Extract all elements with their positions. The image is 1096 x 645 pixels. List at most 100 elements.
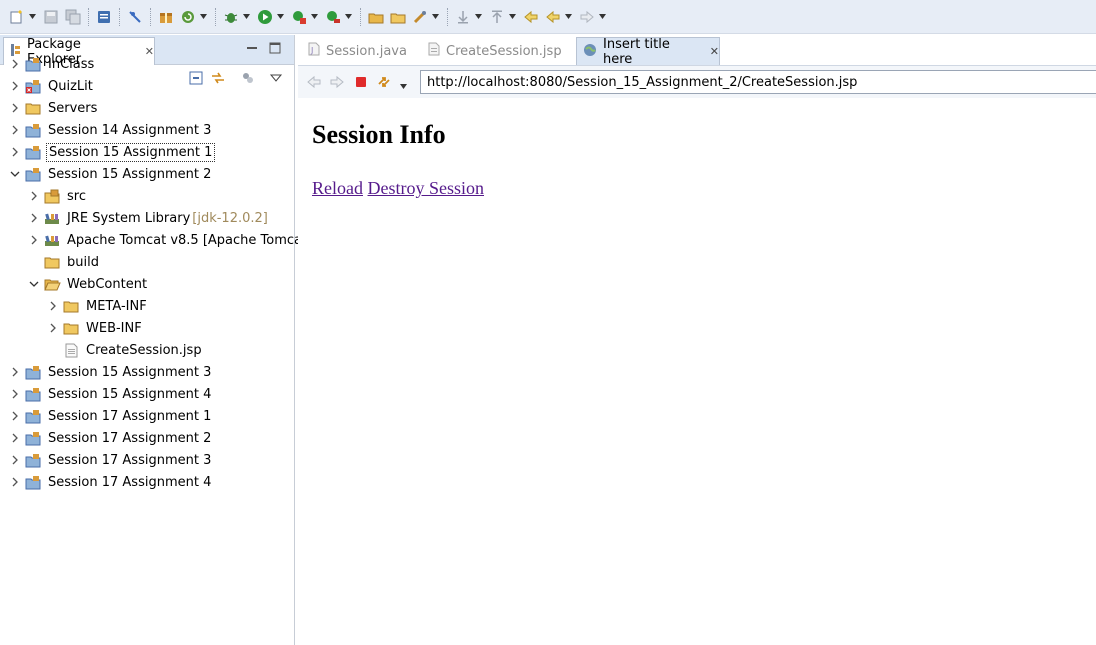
tree-item[interactable]: Session 17 Assignment 2 — [9, 427, 213, 449]
source-folder-icon — [44, 188, 61, 204]
tree-item[interactable]: Servers — [9, 97, 99, 119]
console-icon[interactable] — [93, 6, 114, 27]
chevron-right-icon[interactable] — [9, 388, 21, 400]
chevron-right-icon[interactable] — [47, 322, 59, 334]
web-page-content: Session Info Reload Destroy Session — [298, 98, 1096, 645]
tab-insert-title-here[interactable]: Insert title here ✕ — [576, 37, 720, 67]
tree-item[interactable]: Session 15 Assignment 4 — [9, 383, 213, 405]
minimize-icon[interactable] — [245, 42, 259, 54]
tab-session-java[interactable]: J Session.java — [302, 37, 412, 65]
browser-navigation-bar — [298, 65, 1096, 98]
tree-item[interactable]: WEB-INF — [47, 317, 144, 339]
toolbar-separator — [215, 7, 216, 26]
new-dropdown-icon[interactable] — [28, 6, 37, 27]
reload-link[interactable]: Reload — [312, 178, 363, 198]
external-tools-dropdown-icon[interactable] — [344, 6, 353, 27]
forward-icon[interactable] — [576, 6, 597, 27]
search-icon[interactable] — [409, 6, 430, 27]
chevron-right-icon[interactable] — [28, 190, 40, 202]
focus-on-task-icon[interactable] — [240, 70, 256, 86]
coverage-dropdown-icon[interactable] — [310, 6, 319, 27]
tree-item[interactable]: Session 15 Assignment 2 — [9, 163, 213, 185]
tree-item-label: build — [67, 254, 99, 270]
tree-item[interactable]: CreateSession.jsp — [47, 339, 204, 361]
chevron-down-icon[interactable] — [9, 168, 21, 180]
last-edit-location-icon[interactable] — [520, 6, 541, 27]
refresh-dropdown-icon[interactable] — [199, 6, 208, 27]
chevron-right-icon[interactable] — [9, 366, 21, 378]
url-input[interactable] — [420, 70, 1096, 94]
chevron-right-icon[interactable] — [9, 80, 21, 92]
chevron-right-icon[interactable] — [9, 454, 21, 466]
project-icon — [25, 364, 42, 380]
svg-text:J: J — [310, 46, 313, 55]
external-tools-icon[interactable] — [322, 6, 343, 27]
tree-item[interactable]: Session 14 Assignment 3 — [9, 119, 213, 141]
tree-item[interactable]: Session 17 Assignment 1 — [9, 405, 213, 427]
browser-forward-icon[interactable] — [329, 74, 345, 90]
back-icon[interactable] — [542, 6, 563, 27]
debug-icon[interactable] — [220, 6, 241, 27]
tree-item[interactable]: META-INF — [47, 295, 149, 317]
chevron-right-icon[interactable] — [9, 410, 21, 422]
tree-item-label: src — [67, 188, 86, 204]
skip-breakpoints-icon[interactable] — [124, 6, 145, 27]
search-dropdown-icon[interactable] — [431, 6, 440, 27]
tree-item[interactable]: Session 17 Assignment 4 — [9, 471, 213, 493]
open-type-icon[interactable] — [365, 6, 386, 27]
save-all-icon[interactable] — [62, 6, 83, 27]
chevron-down-icon[interactable] — [28, 278, 40, 290]
package-icon[interactable] — [155, 6, 176, 27]
tree-item[interactable]: QuizLit — [9, 75, 95, 97]
chevron-right-icon[interactable] — [9, 146, 21, 158]
file-icon — [428, 42, 440, 60]
chevron-right-icon[interactable] — [28, 234, 40, 246]
chevron-right-icon[interactable] — [9, 432, 21, 444]
destroy-session-link[interactable]: Destroy Session — [368, 178, 485, 198]
view-menu-icon[interactable] — [268, 70, 284, 86]
browser-refresh-icon[interactable] — [376, 74, 392, 90]
tree-item[interactable]: Apache Tomcat v8.5 [Apache Tomcat — [28, 229, 309, 251]
project-icon — [25, 386, 42, 402]
chevron-right-icon[interactable] — [9, 58, 21, 70]
tree-item[interactable]: Session 15 Assignment 1 — [9, 141, 216, 163]
save-icon[interactable] — [40, 6, 61, 27]
tab-createsession-jsp[interactable]: CreateSession.jsp — [422, 37, 562, 65]
forward-dropdown-icon[interactable] — [598, 6, 607, 27]
chevron-right-icon[interactable] — [9, 102, 21, 114]
link-with-editor-icon[interactable] — [210, 70, 226, 86]
tree-item[interactable]: InClass — [9, 53, 96, 75]
collapse-all-icon[interactable] — [188, 70, 204, 86]
project-icon — [25, 474, 42, 490]
tree-item[interactable]: WebContent — [28, 273, 149, 295]
run-icon[interactable] — [254, 6, 275, 27]
chevron-right-icon[interactable] — [9, 476, 21, 488]
close-icon[interactable]: ✕ — [710, 45, 719, 58]
tree-item[interactable]: JRE System Library [jdk-12.0.2] — [28, 207, 268, 229]
close-icon[interactable]: ✕ — [145, 45, 154, 58]
chevron-right-icon[interactable] — [9, 124, 21, 136]
previous-annotation-icon[interactable] — [486, 6, 507, 27]
browser-back-icon[interactable] — [306, 74, 322, 90]
refresh-icon[interactable] — [177, 6, 198, 27]
chevron-right-icon[interactable] — [47, 300, 59, 312]
browser-stop-icon[interactable] — [353, 74, 369, 90]
folder-open-icon — [44, 276, 61, 292]
next-annotation-dropdown-icon[interactable] — [474, 6, 483, 27]
browser-refresh-dropdown-icon[interactable] — [400, 78, 409, 89]
debug-dropdown-icon[interactable] — [242, 6, 251, 27]
back-dropdown-icon[interactable] — [564, 6, 573, 27]
tree-item-label: Session 17 Assignment 3 — [48, 452, 212, 468]
previous-annotation-dropdown-icon[interactable] — [508, 6, 517, 27]
tree-item[interactable]: Session 17 Assignment 3 — [9, 449, 213, 471]
next-annotation-icon[interactable] — [452, 6, 473, 27]
open-task-icon[interactable] — [387, 6, 408, 27]
run-dropdown-icon[interactable] — [276, 6, 285, 27]
new-file-icon[interactable] — [6, 6, 27, 27]
coverage-icon[interactable] — [288, 6, 309, 27]
maximize-icon[interactable] — [268, 42, 282, 54]
tree-item[interactable]: build — [28, 251, 101, 273]
tree-item[interactable]: src — [28, 185, 88, 207]
tree-item[interactable]: Session 15 Assignment 3 — [9, 361, 213, 383]
chevron-right-icon[interactable] — [28, 212, 40, 224]
